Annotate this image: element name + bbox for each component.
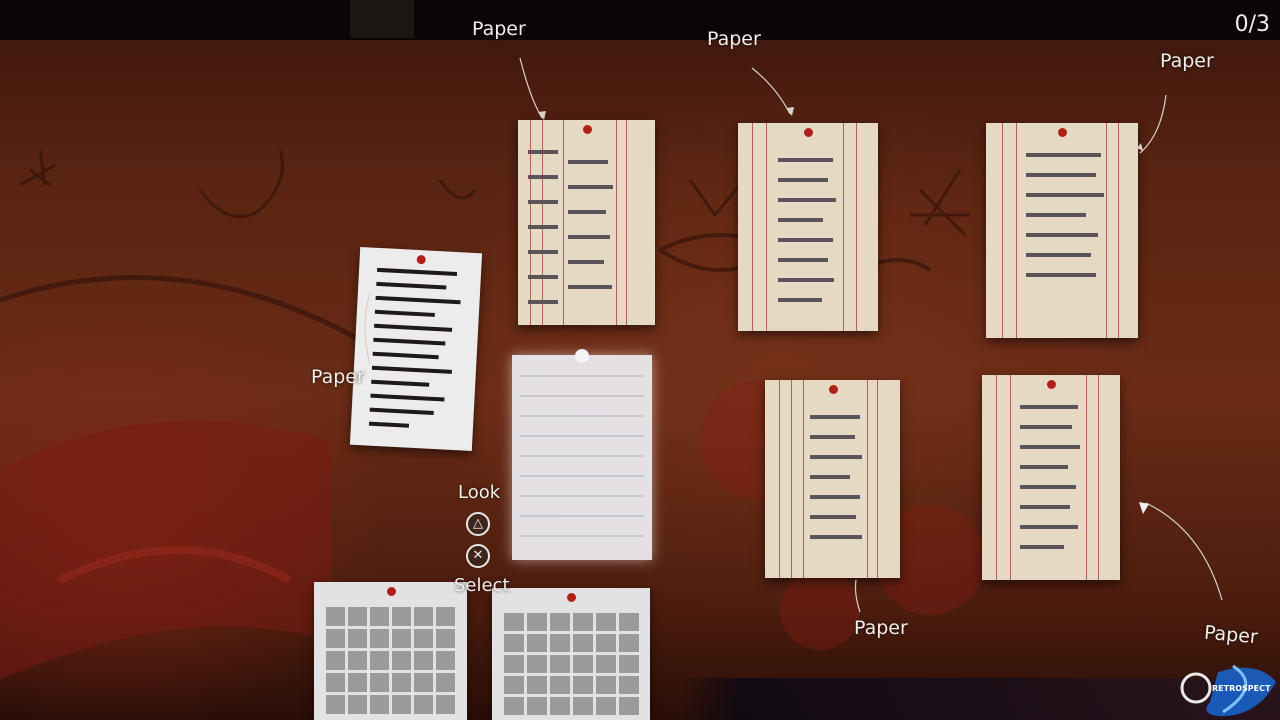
triangle-icon[interactable]: △ xyxy=(466,512,490,536)
watermark-text: RETROSPECT xyxy=(1212,684,1271,693)
game-scene: 0/3 Paper Paper Paper Paper Paper Paper … xyxy=(0,0,1280,720)
label-arrows xyxy=(364,57,1223,613)
select-prompt-label: Select xyxy=(454,575,510,596)
watermark-logo: RETROSPECT xyxy=(1178,662,1278,718)
cross-icon[interactable]: ✕ xyxy=(466,544,490,568)
look-prompt-label: Look xyxy=(458,482,501,503)
